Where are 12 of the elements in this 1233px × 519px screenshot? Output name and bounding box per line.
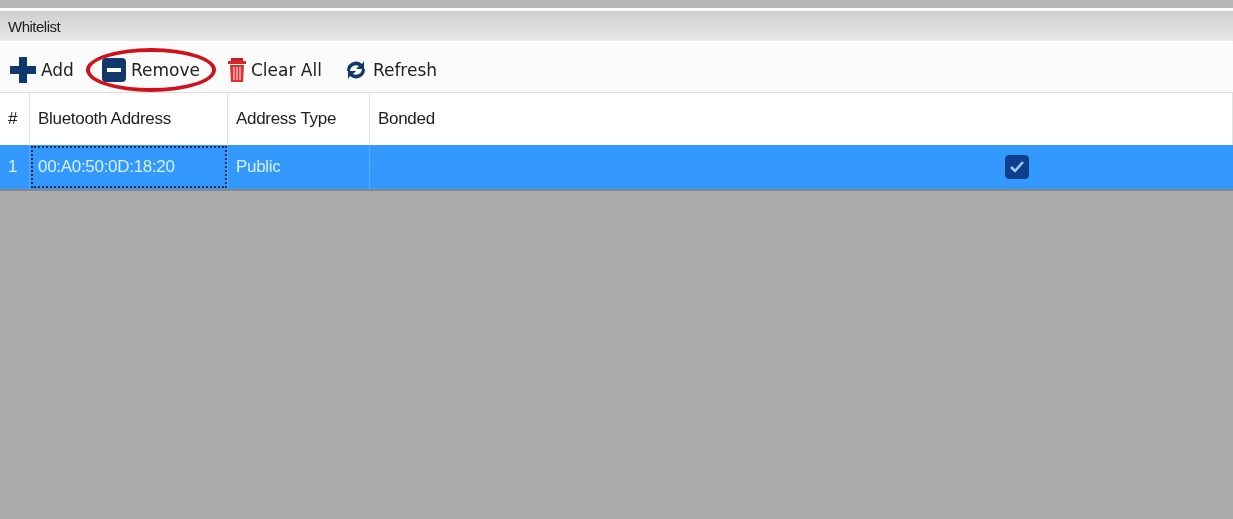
table-cell: 1 (0, 145, 30, 189)
toolbar-button[interactable]: Refresh (341, 59, 440, 81)
table-cell: Public (228, 145, 370, 189)
table-cell: 00:A0:50:0D:18:20 (30, 145, 228, 189)
toolbar-button[interactable]: Clear All (225, 58, 324, 82)
bonded-checkbox[interactable] (1004, 155, 1029, 179)
checkmark-icon (1009, 161, 1024, 173)
minus-icon (101, 58, 126, 82)
plus-icon (10, 57, 36, 83)
trash-icon (227, 58, 246, 82)
panel-title: Whitelist (8, 17, 61, 35)
toolbar-button[interactable]: Add (8, 57, 76, 83)
